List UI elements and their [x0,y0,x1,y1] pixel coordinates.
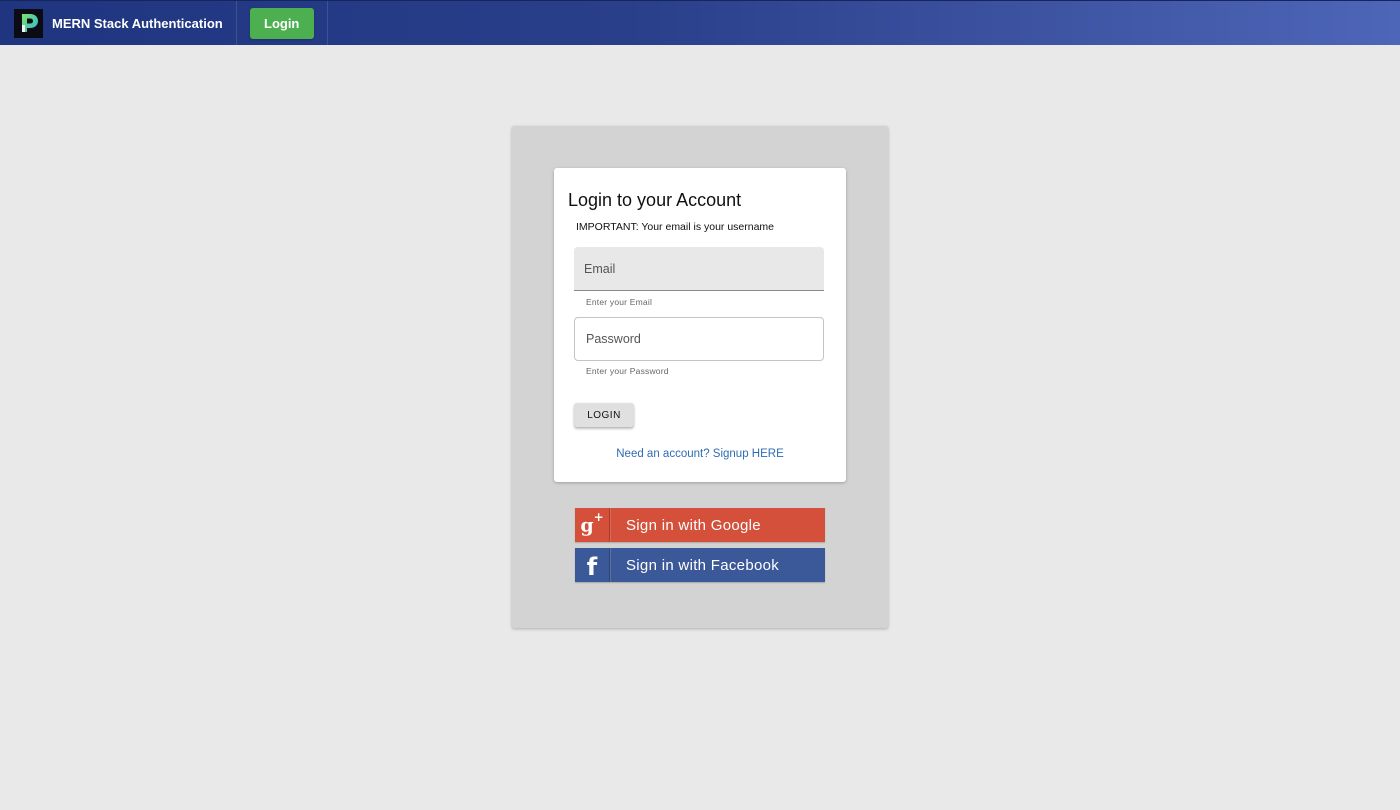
email-helper-text: Enter your Email [586,297,653,307]
nav-login-button[interactable]: Login [249,7,314,39]
app-logo-icon [14,8,43,38]
facebook-signin-button[interactable]: f Sign in with Facebook [575,548,825,582]
google-signin-button[interactable]: g+ Sign in with Google [575,508,825,542]
brand-link[interactable]: MERN Stack Authentication [0,1,237,45]
login-title: Login to your Account [568,190,742,210]
google-plus-icon: g+ [575,508,610,542]
login-card: Login to your Account IMPORTANT: Your em… [554,168,846,482]
brand-title: MERN Stack Authentication [52,15,223,31]
username-note: IMPORTANT: Your email is your username [576,221,775,233]
facebook-icon: f [575,548,610,582]
login-submit-button[interactable]: LOGIN [574,403,634,427]
auth-panel: Login to your Account IMPORTANT: Your em… [512,126,888,628]
signup-link[interactable]: Need an account? Signup HERE [554,448,846,460]
email-input[interactable] [574,247,824,291]
nav-login-container: Login [237,1,328,45]
password-input[interactable] [574,317,824,361]
password-helper-text: Enter your Password [586,366,669,376]
facebook-signin-label: Sign in with Facebook [610,548,825,582]
google-signin-label: Sign in with Google [610,508,825,542]
top-navbar: MERN Stack Authentication Login [0,0,1400,45]
